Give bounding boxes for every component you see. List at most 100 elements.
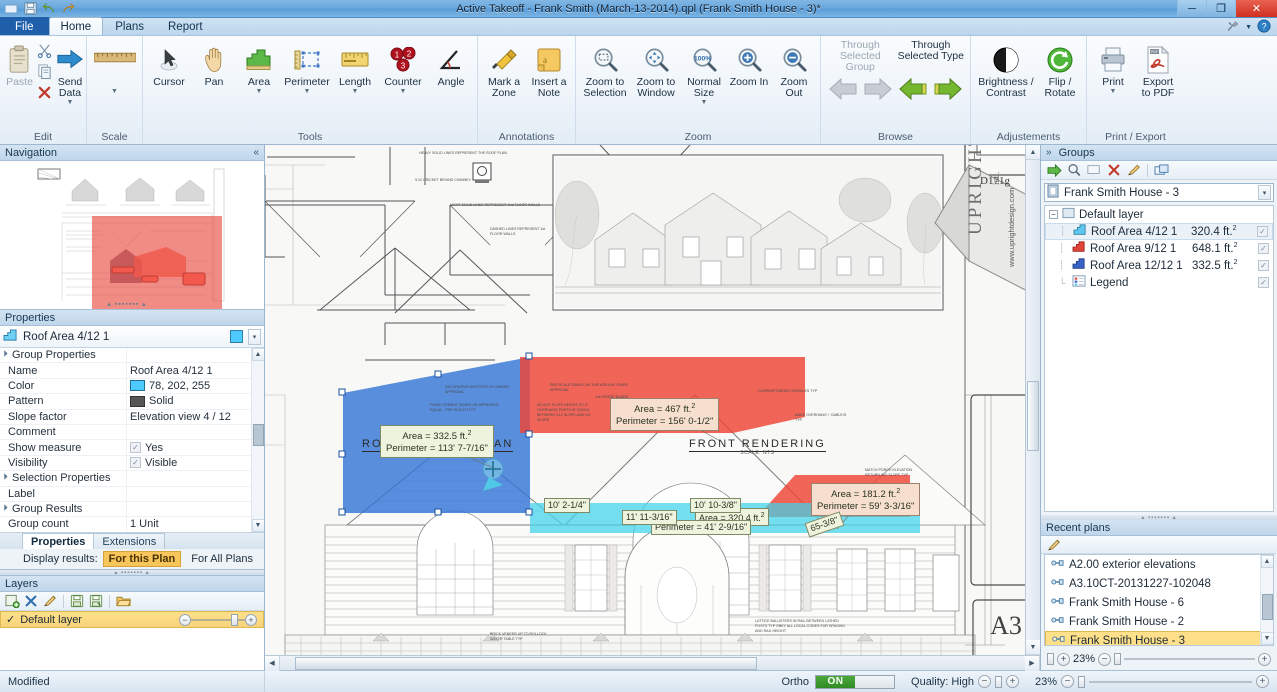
tree-item-checkbox[interactable]: ✓: [1257, 226, 1268, 237]
property-category-selection-properties[interactable]: Selection Properties: [0, 471, 264, 487]
dimension-chip-0[interactable]: 10' 2-1/4": [544, 498, 590, 513]
ortho-toggle[interactable]: ON: [815, 674, 896, 689]
tree-node-default-layer[interactable]: − Default layer: [1045, 206, 1273, 223]
browse-prev-green-icon[interactable]: [898, 77, 928, 103]
opacity-track[interactable]: [191, 618, 231, 621]
canvas-hscroll-thumb[interactable]: [294, 656, 757, 670]
navigation-resize-grip[interactable]: ▴ ▪▪▪▪▪▪▪ ▴: [92, 301, 162, 308]
scroll-track[interactable]: [251, 361, 264, 519]
angle-tool-button[interactable]: Angle: [429, 41, 473, 89]
area-tool-button[interactable]: Area ▼: [237, 41, 281, 96]
counter-caret-icon[interactable]: ▼: [400, 88, 407, 95]
print-button[interactable]: Print ▼: [1091, 41, 1135, 96]
opacity-decrease-icon[interactable]: −: [179, 613, 191, 626]
quality-slider-knob[interactable]: [995, 675, 1002, 688]
status-quality[interactable]: Quality: High − +: [903, 671, 1027, 692]
measure-label-467[interactable]: Area = 467 ft.2 Perimeter = 156' 0-1/2": [610, 398, 720, 432]
show-measure-checkbox[interactable]: ✓: [130, 442, 141, 454]
canvas-hscroll-track[interactable]: [280, 656, 1025, 671]
status-zoom-in-icon[interactable]: +: [1256, 675, 1269, 688]
counter-tool-button[interactable]: 123 Counter ▼: [378, 41, 428, 96]
zoom-slider-knob-left[interactable]: [1047, 653, 1054, 665]
properties-dropdown-icon[interactable]: ▾: [248, 328, 261, 345]
display-for-all-plans-button[interactable]: For All Plans: [186, 552, 258, 566]
mark-zone-button[interactable]: Mark a Zone: [482, 41, 526, 100]
length-caret-icon[interactable]: ▼: [352, 88, 359, 95]
scale-button[interactable]: ▼: [91, 41, 138, 96]
redo-icon[interactable]: [61, 1, 76, 16]
dimension-chip-2[interactable]: 10' 10-3/8": [690, 498, 741, 513]
pattern-swatch[interactable]: [130, 395, 145, 407]
quality-decrease-icon[interactable]: −: [978, 675, 991, 688]
save-layer-icon[interactable]: [69, 593, 85, 609]
new-group-icon[interactable]: [1086, 162, 1102, 178]
properties-color-swatch[interactable]: [230, 330, 243, 343]
canvas-scroll-track[interactable]: [1026, 160, 1040, 640]
property-row-color[interactable]: Color 78, 202, 255: [0, 378, 264, 395]
quality-increase-icon[interactable]: +: [1006, 675, 1019, 688]
canvas-scroll-down-icon[interactable]: ▼: [1026, 640, 1040, 655]
delete-layer-icon[interactable]: [23, 593, 39, 609]
maximize-button[interactable]: ❐: [1206, 0, 1235, 17]
recent-plan-row[interactable]: A2.00 exterior elevations: [1045, 555, 1273, 574]
canvas-scroll-thumb[interactable]: [1027, 380, 1039, 451]
opacity-track-right[interactable]: [238, 618, 245, 621]
send-data-caret-icon[interactable]: ▼: [67, 99, 74, 106]
scroll-thumb[interactable]: [1261, 593, 1273, 620]
scroll-down-icon[interactable]: ▼: [1260, 632, 1273, 645]
delete-button[interactable]: [35, 84, 54, 104]
canvas-vertical-scrollbar[interactable]: ▲ ▼: [1025, 145, 1040, 655]
cursor-tool-button[interactable]: Cursor: [147, 41, 191, 89]
property-row-group-count[interactable]: Group count 1 Unit: [0, 517, 264, 532]
flip-rotate-button[interactable]: Flip / Rotate: [1038, 41, 1082, 100]
perimeter-tool-button[interactable]: Perimeter ▼: [282, 41, 332, 96]
zoom-out-icon[interactable]: −: [1098, 652, 1112, 666]
zoom-to-selection-button[interactable]: Zoom to Selection: [580, 41, 630, 100]
minimize-button[interactable]: ─: [1177, 0, 1206, 17]
status-zoom-knob[interactable]: [1078, 675, 1086, 688]
add-layer-icon[interactable]: [4, 593, 20, 609]
display-for-this-plan-button[interactable]: For this Plan: [102, 551, 182, 567]
tree-expand-icon[interactable]: −: [1049, 210, 1058, 219]
tree-item-checkbox[interactable]: ✓: [1258, 277, 1269, 288]
edit-plan-icon[interactable]: [1046, 537, 1062, 553]
browse-next-gray-icon[interactable]: [863, 77, 893, 103]
property-category-group-results[interactable]: Group Results: [0, 501, 264, 518]
scale-caret-icon[interactable]: ▼: [111, 88, 118, 95]
perimeter-caret-icon[interactable]: ▼: [304, 88, 311, 95]
save-as-layer-icon[interactable]: [88, 593, 104, 609]
measure-label-181[interactable]: Area = 181.2 ft.2 Perimeter = 59' 3-3/16…: [811, 483, 921, 517]
zoom-to-window-button[interactable]: Zoom to Window: [631, 41, 681, 100]
tab-properties[interactable]: Properties: [22, 533, 95, 549]
zoom-max-icon[interactable]: +: [1258, 652, 1271, 666]
pan-tool-button[interactable]: Pan ▼: [192, 41, 236, 96]
recent-plan-row[interactable]: A3.10CT-20131227-102048: [1045, 574, 1273, 593]
save-icon[interactable]: [23, 1, 38, 16]
browse-next-green-icon[interactable]: [933, 77, 963, 103]
go-arrow-icon[interactable]: [1046, 162, 1062, 178]
properties-scrollbar[interactable]: ▲ ▼: [251, 348, 264, 532]
tree-item-roof-area-4-12[interactable]: ┊ Roof Area 4/12 1 320.4 ft.2 ✓: [1045, 223, 1273, 240]
plan-selector-dropdown-icon[interactable]: ▾: [1258, 185, 1271, 200]
zoom-out-button[interactable]: Zoom Out: [772, 41, 816, 100]
tab-home[interactable]: Home: [48, 17, 104, 35]
paste-button[interactable]: Paste: [4, 41, 35, 89]
tab-plans[interactable]: Plans: [103, 17, 156, 35]
brightness-contrast-button[interactable]: Brightness / Contrast: [975, 41, 1037, 100]
recent-plan-row[interactable]: Frank Smith House - 6: [1045, 593, 1273, 612]
layer-opacity-slider[interactable]: − +: [179, 613, 257, 626]
tree-item-legend[interactable]: └ Legend ✓: [1045, 274, 1273, 291]
navigation-thumbnail[interactable]: ▴ ▪▪▪▪▪▪▪ ▴: [0, 161, 264, 309]
property-row-name[interactable]: Name Roof Area 4/12 1: [0, 363, 264, 379]
property-row-comment[interactable]: Comment: [0, 424, 264, 441]
zoom-slider-knob[interactable]: [1114, 653, 1122, 665]
edit-group-icon[interactable]: [1126, 162, 1142, 178]
tab-report[interactable]: Report: [156, 17, 215, 35]
measure-label-332[interactable]: Area = 332.5 ft.2 Perimeter = 113' 7-7/1…: [380, 425, 494, 459]
send-data-button[interactable]: Send Data ▼: [54, 41, 86, 107]
length-tool-button[interactable]: Length ▼: [333, 41, 377, 96]
normal-size-button[interactable]: 100% Normal Size ▼: [682, 41, 726, 107]
close-button[interactable]: ✕: [1235, 0, 1277, 17]
scroll-track[interactable]: [1260, 568, 1273, 632]
print-caret-icon[interactable]: ▼: [1110, 88, 1117, 95]
